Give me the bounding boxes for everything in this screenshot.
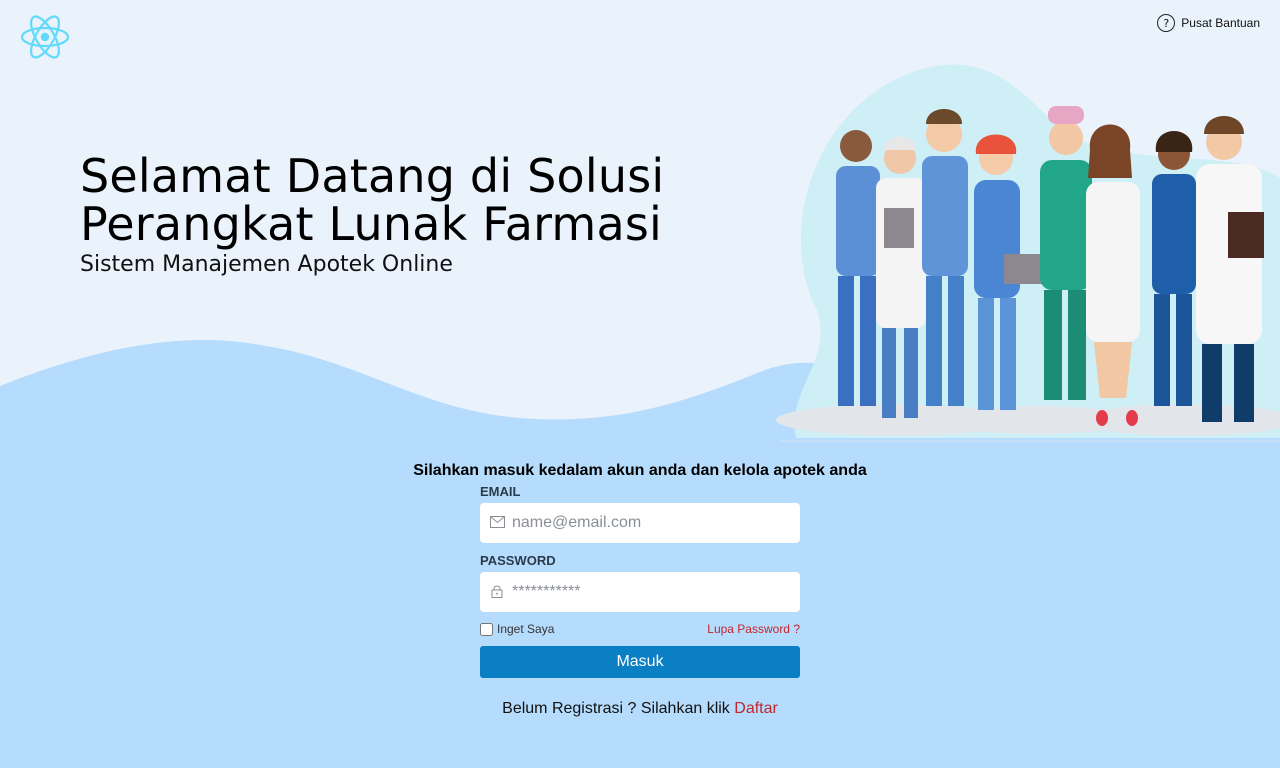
- remember-label: Inget Saya: [497, 622, 555, 636]
- help-center-link[interactable]: ? Pusat Bantuan: [1157, 14, 1260, 32]
- medical-team-illustration: [776, 64, 1280, 442]
- login-button[interactable]: Masuk: [480, 646, 800, 678]
- register-link[interactable]: Daftar: [734, 700, 778, 717]
- password-input[interactable]: [480, 572, 800, 612]
- hero-subtitle: Sistem Manajemen Apotek Online: [80, 252, 453, 277]
- remember-me[interactable]: Inget Saya: [480, 622, 554, 636]
- login-section: Silahkan masuk kedalam akun anda dan kel…: [0, 460, 1280, 718]
- email-field-box: [480, 503, 800, 543]
- question-circle-icon: ?: [1157, 14, 1176, 32]
- register-prompt: Belum Registrasi ? Silahkan klik Daftar: [502, 700, 778, 718]
- login-options: Inget Saya Lupa Password ?: [480, 622, 800, 636]
- login-caption: Silahkan masuk kedalam akun anda dan kel…: [413, 462, 867, 479]
- mail-icon: [489, 514, 505, 530]
- email-input[interactable]: [480, 503, 800, 543]
- email-label: EMAIL: [480, 484, 521, 499]
- remember-checkbox[interactable]: [480, 622, 493, 636]
- hero-section: Selamat Datang di Solusi Perangkat Lunak…: [80, 152, 760, 277]
- login-form: EMAIL PASSWORD: [480, 484, 800, 678]
- login-page: ? Pusat Bantuan Selamat Datang di Solusi…: [0, 0, 1280, 768]
- forgot-password-link[interactable]: Lupa Password ?: [707, 622, 800, 636]
- lock-icon: [489, 583, 505, 599]
- react-atom-icon[interactable]: [20, 14, 70, 60]
- password-field-box: [480, 572, 800, 612]
- help-center-label: Pusat Bantuan: [1181, 16, 1260, 30]
- hero-title: Selamat Datang di Solusi Perangkat Lunak…: [80, 149, 665, 251]
- password-label: PASSWORD: [480, 553, 556, 568]
- register-text: Belum Registrasi ? Silahkan klik: [502, 700, 730, 717]
